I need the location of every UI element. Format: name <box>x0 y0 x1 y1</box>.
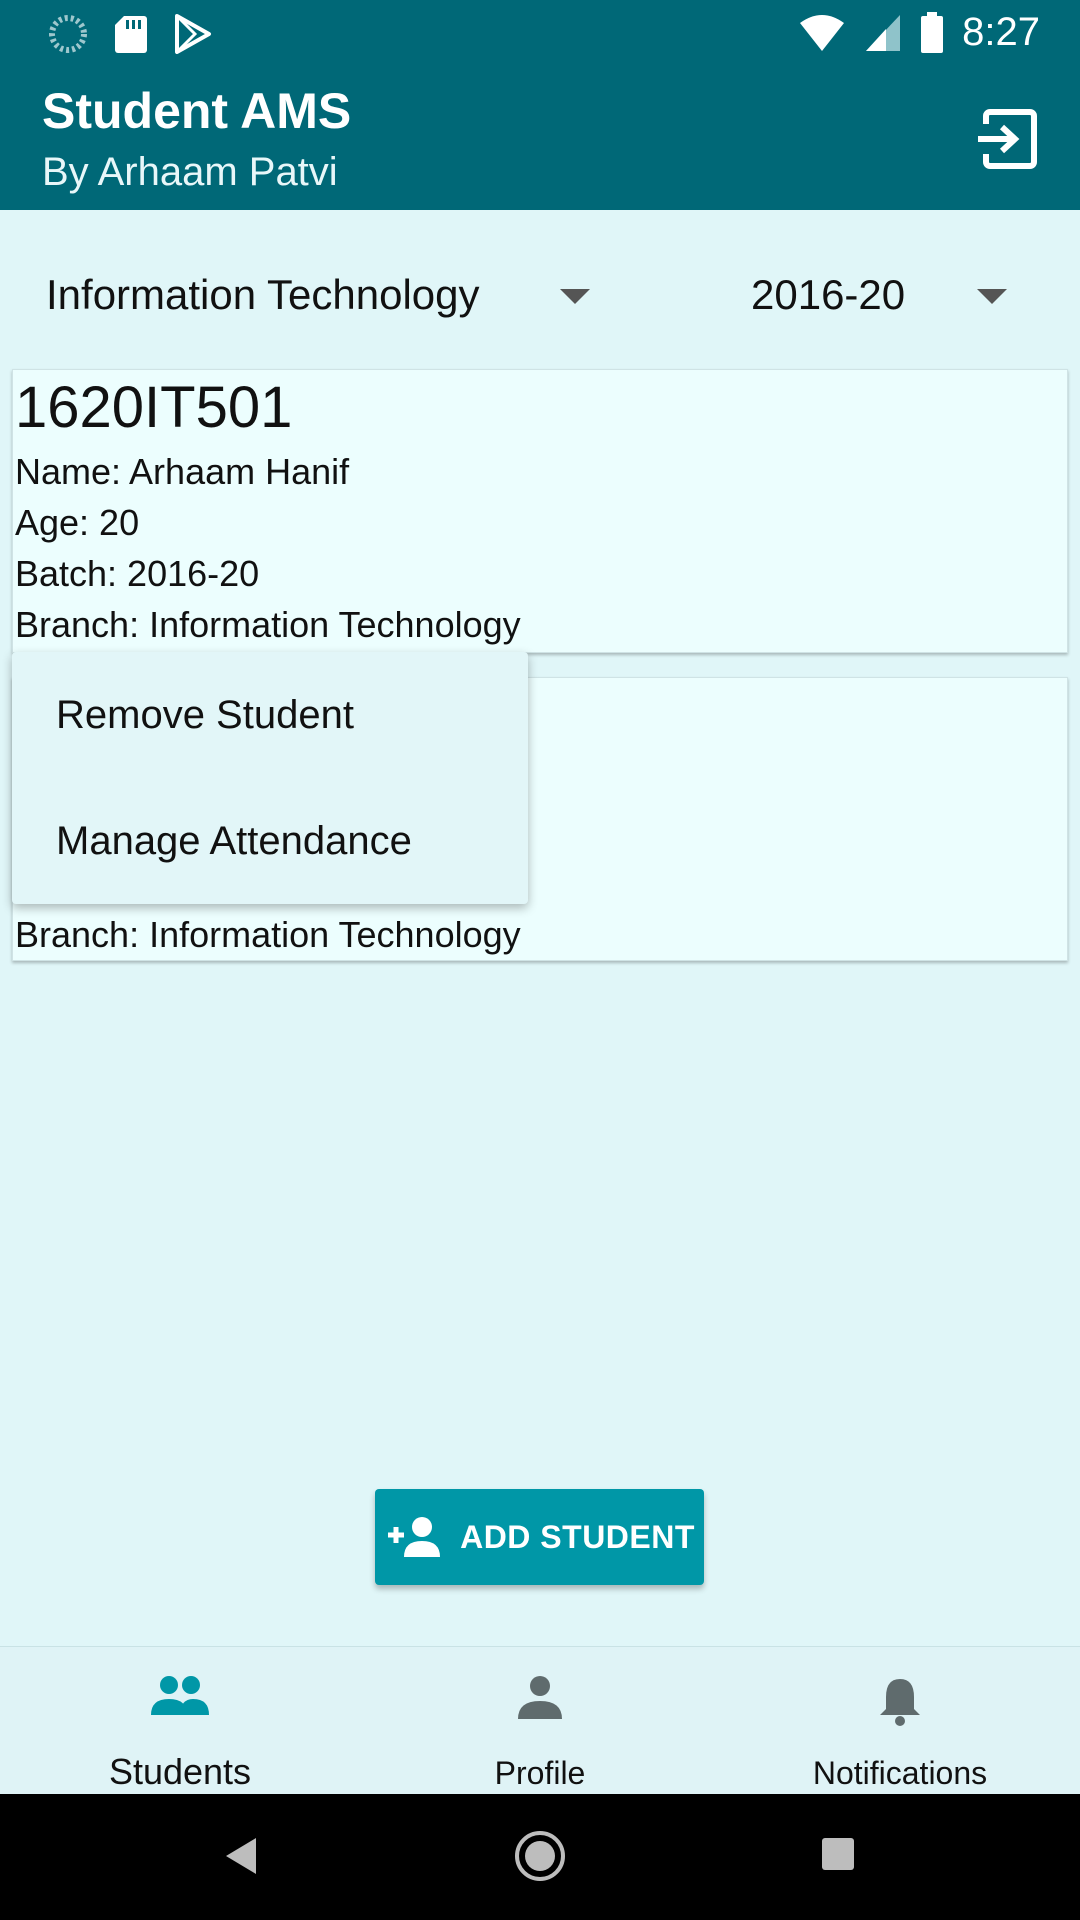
student-branch: Branch: Information Technology <box>15 914 521 955</box>
back-icon[interactable] <box>220 1834 260 1878</box>
sync-icon <box>49 15 87 53</box>
student-context-menu: Remove Student Manage Attendance <box>12 652 528 904</box>
menu-item-remove-student[interactable]: Remove Student <box>12 652 528 778</box>
filter-bar: Information Technology 2016-20 <box>0 250 1080 340</box>
student-batch: Batch: 2016-20 <box>15 553 260 594</box>
add-student-label: ADD STUDENT <box>460 1518 695 1555</box>
battery-icon <box>921 11 944 53</box>
sd-card-icon <box>115 16 147 53</box>
nav-item-students[interactable]: Students <box>0 1647 360 1795</box>
nav-item-notifications[interactable]: Notifications <box>720 1647 1080 1795</box>
bottom-navigation: Students Profile Notifications <box>0 1646 1080 1795</box>
recents-icon[interactable] <box>820 1836 856 1872</box>
home-icon[interactable] <box>514 1830 566 1882</box>
logout-icon[interactable] <box>972 104 1042 174</box>
nav-label-students: Students <box>108 1751 252 1792</box>
batch-dropdown[interactable]: 2016-20 <box>751 250 1021 340</box>
student-age: Age: 20 <box>15 502 140 543</box>
app-bar: Student AMS By Arhaam Patvi <box>0 64 1080 210</box>
status-right-icons: 8:27 <box>798 10 1040 55</box>
student-id: 1620IT501 <box>15 375 293 440</box>
branch-dropdown[interactable]: Information Technology <box>46 250 606 340</box>
branch-dropdown-value: Information Technology <box>46 271 480 318</box>
play-store-icon <box>175 14 211 54</box>
student-branch: Branch: Information Technology <box>15 604 521 645</box>
wifi-icon <box>800 14 845 51</box>
status-left-icons <box>48 14 212 54</box>
chevron-down-icon <box>560 289 590 304</box>
batch-dropdown-value: 2016-20 <box>751 271 906 318</box>
add-person-icon <box>388 1517 441 1557</box>
system-nav-bar <box>0 1794 1080 1920</box>
menu-item-manage-attendance[interactable]: Manage Attendance <box>12 778 528 904</box>
nav-item-profile[interactable]: Profile <box>360 1647 720 1795</box>
signal-icon <box>866 14 901 51</box>
person-icon <box>518 1676 562 1719</box>
nav-label-notifications: Notifications <box>812 1755 988 1791</box>
chevron-down-icon <box>977 289 1007 304</box>
people-icon <box>151 1676 209 1715</box>
student-card[interactable]: 1620IT501 Name: Arhaam Hanif Age: 20 Bat… <box>12 369 1068 653</box>
nav-label-profile: Profile <box>494 1755 586 1791</box>
app-subtitle: By Arhaam Patvi <box>42 150 338 194</box>
student-name: Name: Arhaam Hanif <box>15 451 350 492</box>
add-student-button[interactable]: ADD STUDENT <box>375 1489 704 1585</box>
bell-icon <box>880 1679 920 1726</box>
status-time: 8:27 <box>962 10 1040 54</box>
status-bar: 8:27 <box>0 0 1080 64</box>
app-title: Student AMS <box>42 83 352 139</box>
